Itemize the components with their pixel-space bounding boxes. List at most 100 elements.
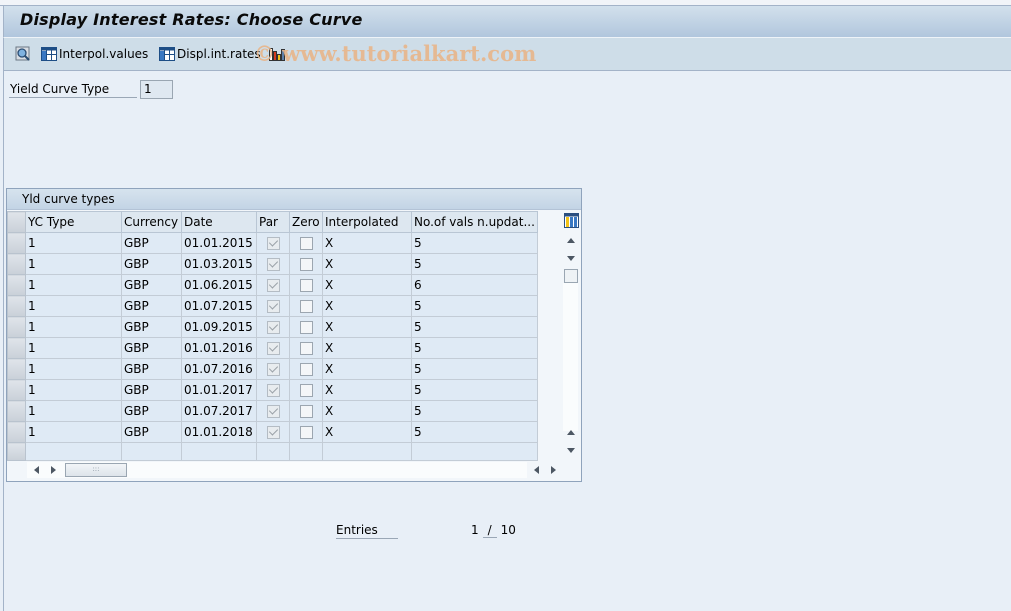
interpol-values-button[interactable]: Interpol.values — [41, 45, 148, 63]
cell-yc-type: 1 — [25, 421, 122, 443]
yield-curve-type-field[interactable]: 1 — [140, 80, 173, 99]
yield-curve-grid: Yld curve types YC Type Currency Date Pa… — [6, 188, 582, 482]
entries-label: Entries — [336, 523, 398, 539]
horizontal-scrollbar[interactable]: ::: — [27, 461, 561, 479]
scroll-down-button[interactable] — [563, 251, 578, 266]
cell-par — [256, 421, 290, 443]
zero-checkbox — [299, 426, 313, 439]
cell-currency: GBP — [121, 274, 182, 296]
table-row[interactable]: 1 GBP 01.01.2015 X 5 — [7, 232, 538, 254]
vertical-scroll-track[interactable] — [563, 283, 578, 431]
horizontal-scroll-thumb[interactable]: ::: — [65, 463, 127, 477]
cell-date: 01.01.2016 — [181, 337, 257, 359]
find-button[interactable] — [15, 45, 31, 63]
row-selector[interactable] — [7, 421, 26, 443]
column-header-zero[interactable]: Zero — [289, 211, 323, 233]
empty-cell — [25, 442, 122, 461]
cell-par — [256, 358, 290, 380]
column-header-no-of-vals[interactable]: No.of vals n.updat... — [411, 211, 538, 233]
cell-date: 01.01.2015 — [181, 232, 257, 254]
cell-interpolated: X — [322, 400, 412, 422]
column-header-currency[interactable]: Currency — [121, 211, 182, 233]
zero-checkbox — [299, 384, 313, 397]
empty-cell — [256, 442, 290, 461]
displ-int-rates-button[interactable]: Displ.int.rates — [159, 45, 261, 63]
table-row[interactable]: 1 GBP 01.01.2018 X 5 — [7, 421, 538, 443]
row-selector[interactable] — [7, 316, 26, 338]
row-selector[interactable] — [7, 337, 26, 359]
scroll-up-button[interactable] — [563, 233, 578, 248]
row-selector[interactable] — [7, 358, 26, 380]
yield-curve-table: YC Type Currency Date Par Zero Interpola… — [7, 211, 538, 461]
table-header-row: YC Type Currency Date Par Zero Interpola… — [7, 211, 538, 233]
arrow-down-icon — [566, 256, 575, 261]
column-header-par[interactable]: Par — [256, 211, 290, 233]
empty-cell — [411, 442, 538, 461]
cell-yc-type: 1 — [25, 400, 122, 422]
layout-settings-icon[interactable] — [564, 213, 579, 228]
cell-no-of-vals: 5 — [411, 358, 538, 380]
table-row[interactable]: 1 GBP 01.09.2015 X 5 — [7, 316, 538, 338]
cell-interpolated: X — [322, 295, 412, 317]
cell-interpolated: X — [322, 253, 412, 275]
cell-zero — [289, 358, 323, 380]
table-row[interactable]: 1 GBP 01.07.2016 X 5 — [7, 358, 538, 380]
scroll-page-down-button[interactable] — [563, 443, 578, 458]
scroll-left-button[interactable] — [29, 462, 44, 477]
cell-no-of-vals: 5 — [411, 400, 538, 422]
zero-checkbox — [299, 321, 313, 334]
table-row[interactable]: 1 GBP 01.06.2015 X 6 — [7, 274, 538, 296]
cell-date: 01.09.2015 — [181, 316, 257, 338]
entries-position: 1 / 10 — [471, 523, 516, 538]
table-row[interactable]: 1 GBP 01.07.2017 X 5 — [7, 400, 538, 422]
chart-button[interactable] — [269, 45, 285, 63]
cell-par — [256, 253, 290, 275]
row-selector[interactable] — [7, 379, 26, 401]
cell-par — [256, 379, 290, 401]
scroll-right-end-button[interactable] — [546, 462, 561, 477]
cell-no-of-vals: 5 — [411, 295, 538, 317]
cell-currency: GBP — [121, 253, 182, 275]
table-icon — [41, 47, 57, 61]
table-row[interactable]: 1 GBP 01.01.2017 X 5 — [7, 379, 538, 401]
row-selector[interactable] — [7, 232, 26, 254]
scroll-left-end-button[interactable] — [529, 462, 544, 477]
scroll-right-button[interactable] — [46, 462, 61, 477]
row-selector[interactable] — [7, 442, 26, 461]
cell-currency: GBP — [121, 400, 182, 422]
arrow-left-icon — [34, 465, 39, 474]
select-all-cell[interactable] — [7, 211, 26, 233]
zero-checkbox — [299, 279, 313, 292]
column-header-date[interactable]: Date — [181, 211, 257, 233]
cell-par — [256, 337, 290, 359]
table-row[interactable]: 1 GBP 01.01.2016 X 5 — [7, 337, 538, 359]
arrow-right-icon — [51, 465, 56, 474]
table-row[interactable]: 1 GBP 01.07.2015 X 5 — [7, 295, 538, 317]
row-selector[interactable] — [7, 274, 26, 296]
cell-currency: GBP — [121, 379, 182, 401]
scroll-page-up-button[interactable] — [563, 425, 578, 440]
cell-currency: GBP — [121, 232, 182, 254]
vertical-scroll-thumb[interactable] — [564, 269, 578, 283]
main-content: Yield Curve Type 1 Yld curve types YC Ty… — [3, 71, 1011, 611]
cell-par — [256, 316, 290, 338]
cell-date: 01.03.2015 — [181, 253, 257, 275]
par-checkbox — [266, 363, 280, 376]
table-row[interactable]: 1 GBP 01.03.2015 X 5 — [7, 253, 538, 275]
zero-checkbox — [299, 342, 313, 355]
par-checkbox — [266, 342, 280, 355]
vertical-scrollbar[interactable] — [559, 211, 581, 453]
cell-currency: GBP — [121, 316, 182, 338]
cell-currency: GBP — [121, 421, 182, 443]
row-selector[interactable] — [7, 400, 26, 422]
column-header-yc-type[interactable]: YC Type — [25, 211, 122, 233]
cell-interpolated: X — [322, 232, 412, 254]
par-checkbox — [266, 384, 280, 397]
row-selector[interactable] — [7, 295, 26, 317]
cell-no-of-vals: 5 — [411, 421, 538, 443]
cell-yc-type: 1 — [25, 232, 122, 254]
column-header-interpolated[interactable]: Interpolated — [322, 211, 412, 233]
row-selector[interactable] — [7, 253, 26, 275]
cell-yc-type: 1 — [25, 379, 122, 401]
cell-zero — [289, 295, 323, 317]
